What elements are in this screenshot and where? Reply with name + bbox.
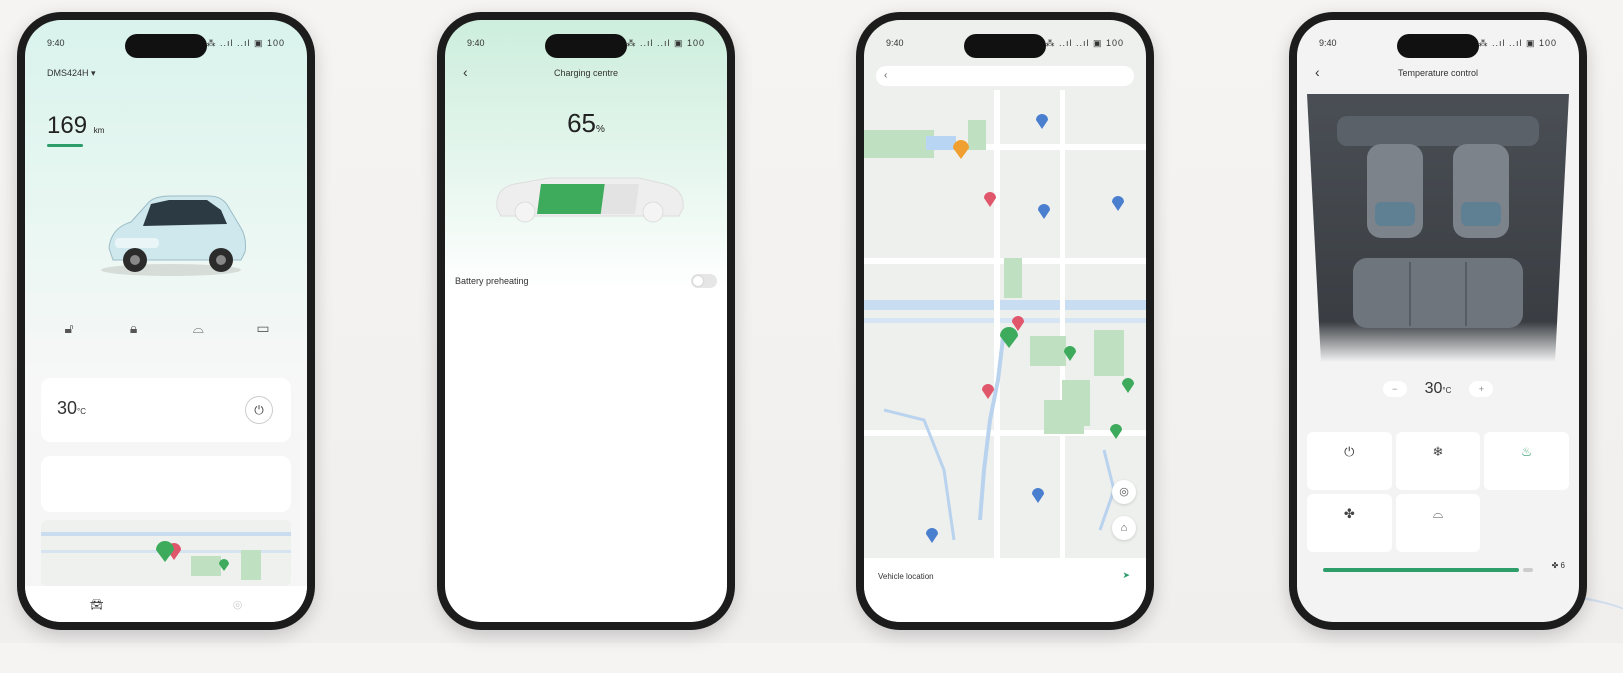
dynamic-island (1397, 34, 1479, 58)
climate-modes: ⏻ ❄ ♨ ✤ ⌓ (1307, 432, 1569, 552)
lock-button[interactable]: 🔒︎ (106, 320, 162, 348)
temperature-value: 30°C (1425, 380, 1452, 398)
map-view[interactable] (864, 90, 1146, 560)
fan-icon: ✤ (1343, 506, 1355, 521)
car-locate-icon[interactable]: ⌂ (1112, 516, 1136, 540)
mini-map-graphic (41, 532, 291, 580)
climate-card[interactable]: 30°C ⏻ (41, 378, 291, 442)
fan-speed-value: ✤ 6 (1551, 561, 1565, 570)
phone-map-screen: 9:40 ⁂ ..ıl ..ıl ▣ 100 ‹ ◎ ⌂ Vehicle loc… (856, 12, 1154, 630)
status-icons: ⁂ ..ıl ..ıl ▣ 100 (626, 38, 705, 48)
status-time: 9:40 (1319, 38, 1337, 48)
dynamic-island (125, 34, 207, 58)
climate-temp: 30°C (57, 398, 86, 419)
home-screen: 9:40 ◎ ⁂ ..ıl ..ıl ▣ 100 DMS424H ▾ 169 k… (25, 20, 307, 622)
vehicle-location-title: Vehicle location (878, 572, 934, 581)
mode-windshield[interactable]: ⌓ (1395, 494, 1481, 552)
status-time: 9:40 (467, 38, 485, 48)
climate-temp-unit: °C (77, 407, 87, 416)
page-title: Charging centre (553, 68, 619, 78)
nav-my-vehicle[interactable]: 🚘︎ (90, 598, 104, 611)
range-unit: km (93, 126, 105, 135)
climate-temp-value: 30 (57, 398, 78, 418)
dynamic-island (545, 34, 627, 58)
page-title: Temperature control (1397, 68, 1479, 78)
status-time: 9:40 (886, 38, 904, 48)
charge-percent-value: 65 (567, 108, 596, 138)
unlock-button[interactable]: 🔓︎ (41, 320, 97, 348)
status-icons: ◎ ⁂ ..ıl ..ıl ▣ 100 (194, 38, 285, 48)
status-icons: ⁂ ..ıl ..ıl ▣ 100 (1478, 38, 1557, 48)
mode-cooling[interactable]: ❄ (1395, 432, 1481, 490)
mode-power[interactable]: ⏻ (1307, 432, 1392, 490)
mode-seat-heat[interactable]: ♨ (1484, 432, 1569, 490)
vehicle-location-panel: Vehicle location ➤ (864, 558, 1146, 622)
battery-visual (496, 177, 684, 223)
window-button[interactable]: ▭ (235, 320, 291, 348)
phone-charging-screen: 9:40 ⁂ ..ıl ..ıl ▣ 100 ‹ Charging centre… (437, 12, 735, 630)
temperature-stepper: − 30°C + (1297, 380, 1579, 398)
range-value: 169 km (47, 112, 104, 140)
phone-home-screen: 9:40 ◎ ⁂ ..ıl ..ıl ▣ 100 DMS424H ▾ 169 k… (17, 12, 315, 630)
mini-map[interactable] (41, 520, 291, 586)
mode-fan[interactable]: ✤ (1307, 494, 1392, 552)
windshield-icon: ⌓ (1432, 506, 1444, 521)
temperature-unit: °C (1442, 386, 1452, 395)
seat-heat-icon: ♨ (1520, 444, 1533, 459)
temperature-screen: 9:40 ⁂ ..ıl ..ıl ▣ 100 ‹ Temperature con… (1297, 20, 1579, 622)
fan-speed-number: 6 (1560, 561, 1565, 570)
navigate-icon[interactable]: ➤ (1122, 570, 1130, 581)
back-icon[interactable]: ‹ (884, 66, 887, 86)
battery-preheat-title: Battery preheating (455, 276, 529, 286)
window-icon: ▭ (256, 320, 270, 336)
climate-power-icon[interactable]: ⏻ (245, 396, 273, 424)
unlock-icon: 🔓︎ (64, 320, 74, 336)
range-number: 169 (47, 112, 88, 139)
charge-percent: 65% (445, 108, 727, 139)
decrease-temp-button[interactable]: − (1382, 381, 1407, 397)
battery-preheat-row: Battery preheating (455, 274, 717, 288)
nav-discover[interactable]: ◎ (233, 598, 243, 611)
bottom-nav: 🚘︎ ◎ (25, 586, 307, 622)
search-bar[interactable]: ‹ (876, 66, 1134, 86)
fan-speed-slider[interactable] (1323, 568, 1519, 572)
locate-icon[interactable]: ◎ (1112, 480, 1136, 504)
map-screen: 9:40 ⁂ ..ıl ..ıl ▣ 100 ‹ ◎ ⌂ Vehicle loc… (864, 20, 1146, 622)
charging-screen: 9:40 ⁂ ..ıl ..ıl ▣ 100 ‹ Charging centre… (445, 20, 727, 622)
compass-icon: ◎ (232, 598, 243, 611)
status-time: 9:40 (47, 38, 65, 48)
nearby-card (41, 456, 291, 512)
increase-temp-button[interactable]: + (1469, 381, 1494, 397)
temperature-number: 30 (1424, 380, 1443, 397)
snowflake-icon: ❄ (1432, 444, 1444, 459)
lock-icon: 🔒︎ (129, 320, 138, 336)
battery-preheat-toggle[interactable] (691, 274, 717, 288)
trunk-icon: ⌓ (192, 320, 204, 336)
vehicle-selector[interactable]: DMS424H ▾ (47, 68, 96, 79)
power-icon: ⏻ (1344, 444, 1355, 459)
trunk-button[interactable]: ⌓ (170, 320, 226, 348)
range-indicator (47, 144, 83, 147)
status-icons: ⁂ ..ıl ..ıl ▣ 100 (1045, 38, 1124, 48)
car-icon: 🚘︎ (89, 598, 104, 611)
phone-temperature-screen: 9:40 ⁂ ..ıl ..ıl ▣ 100 ‹ Temperature con… (1289, 12, 1587, 630)
cabin-seats-visual (1307, 94, 1569, 362)
car-image (101, 195, 246, 276)
fan-speed-track (1523, 568, 1533, 572)
quick-controls: 🔓︎ 🔒︎ ⌓ ▭ (41, 320, 291, 348)
battery-fill (537, 184, 605, 214)
dynamic-island (964, 34, 1046, 58)
charge-percent-unit: % (596, 124, 605, 135)
